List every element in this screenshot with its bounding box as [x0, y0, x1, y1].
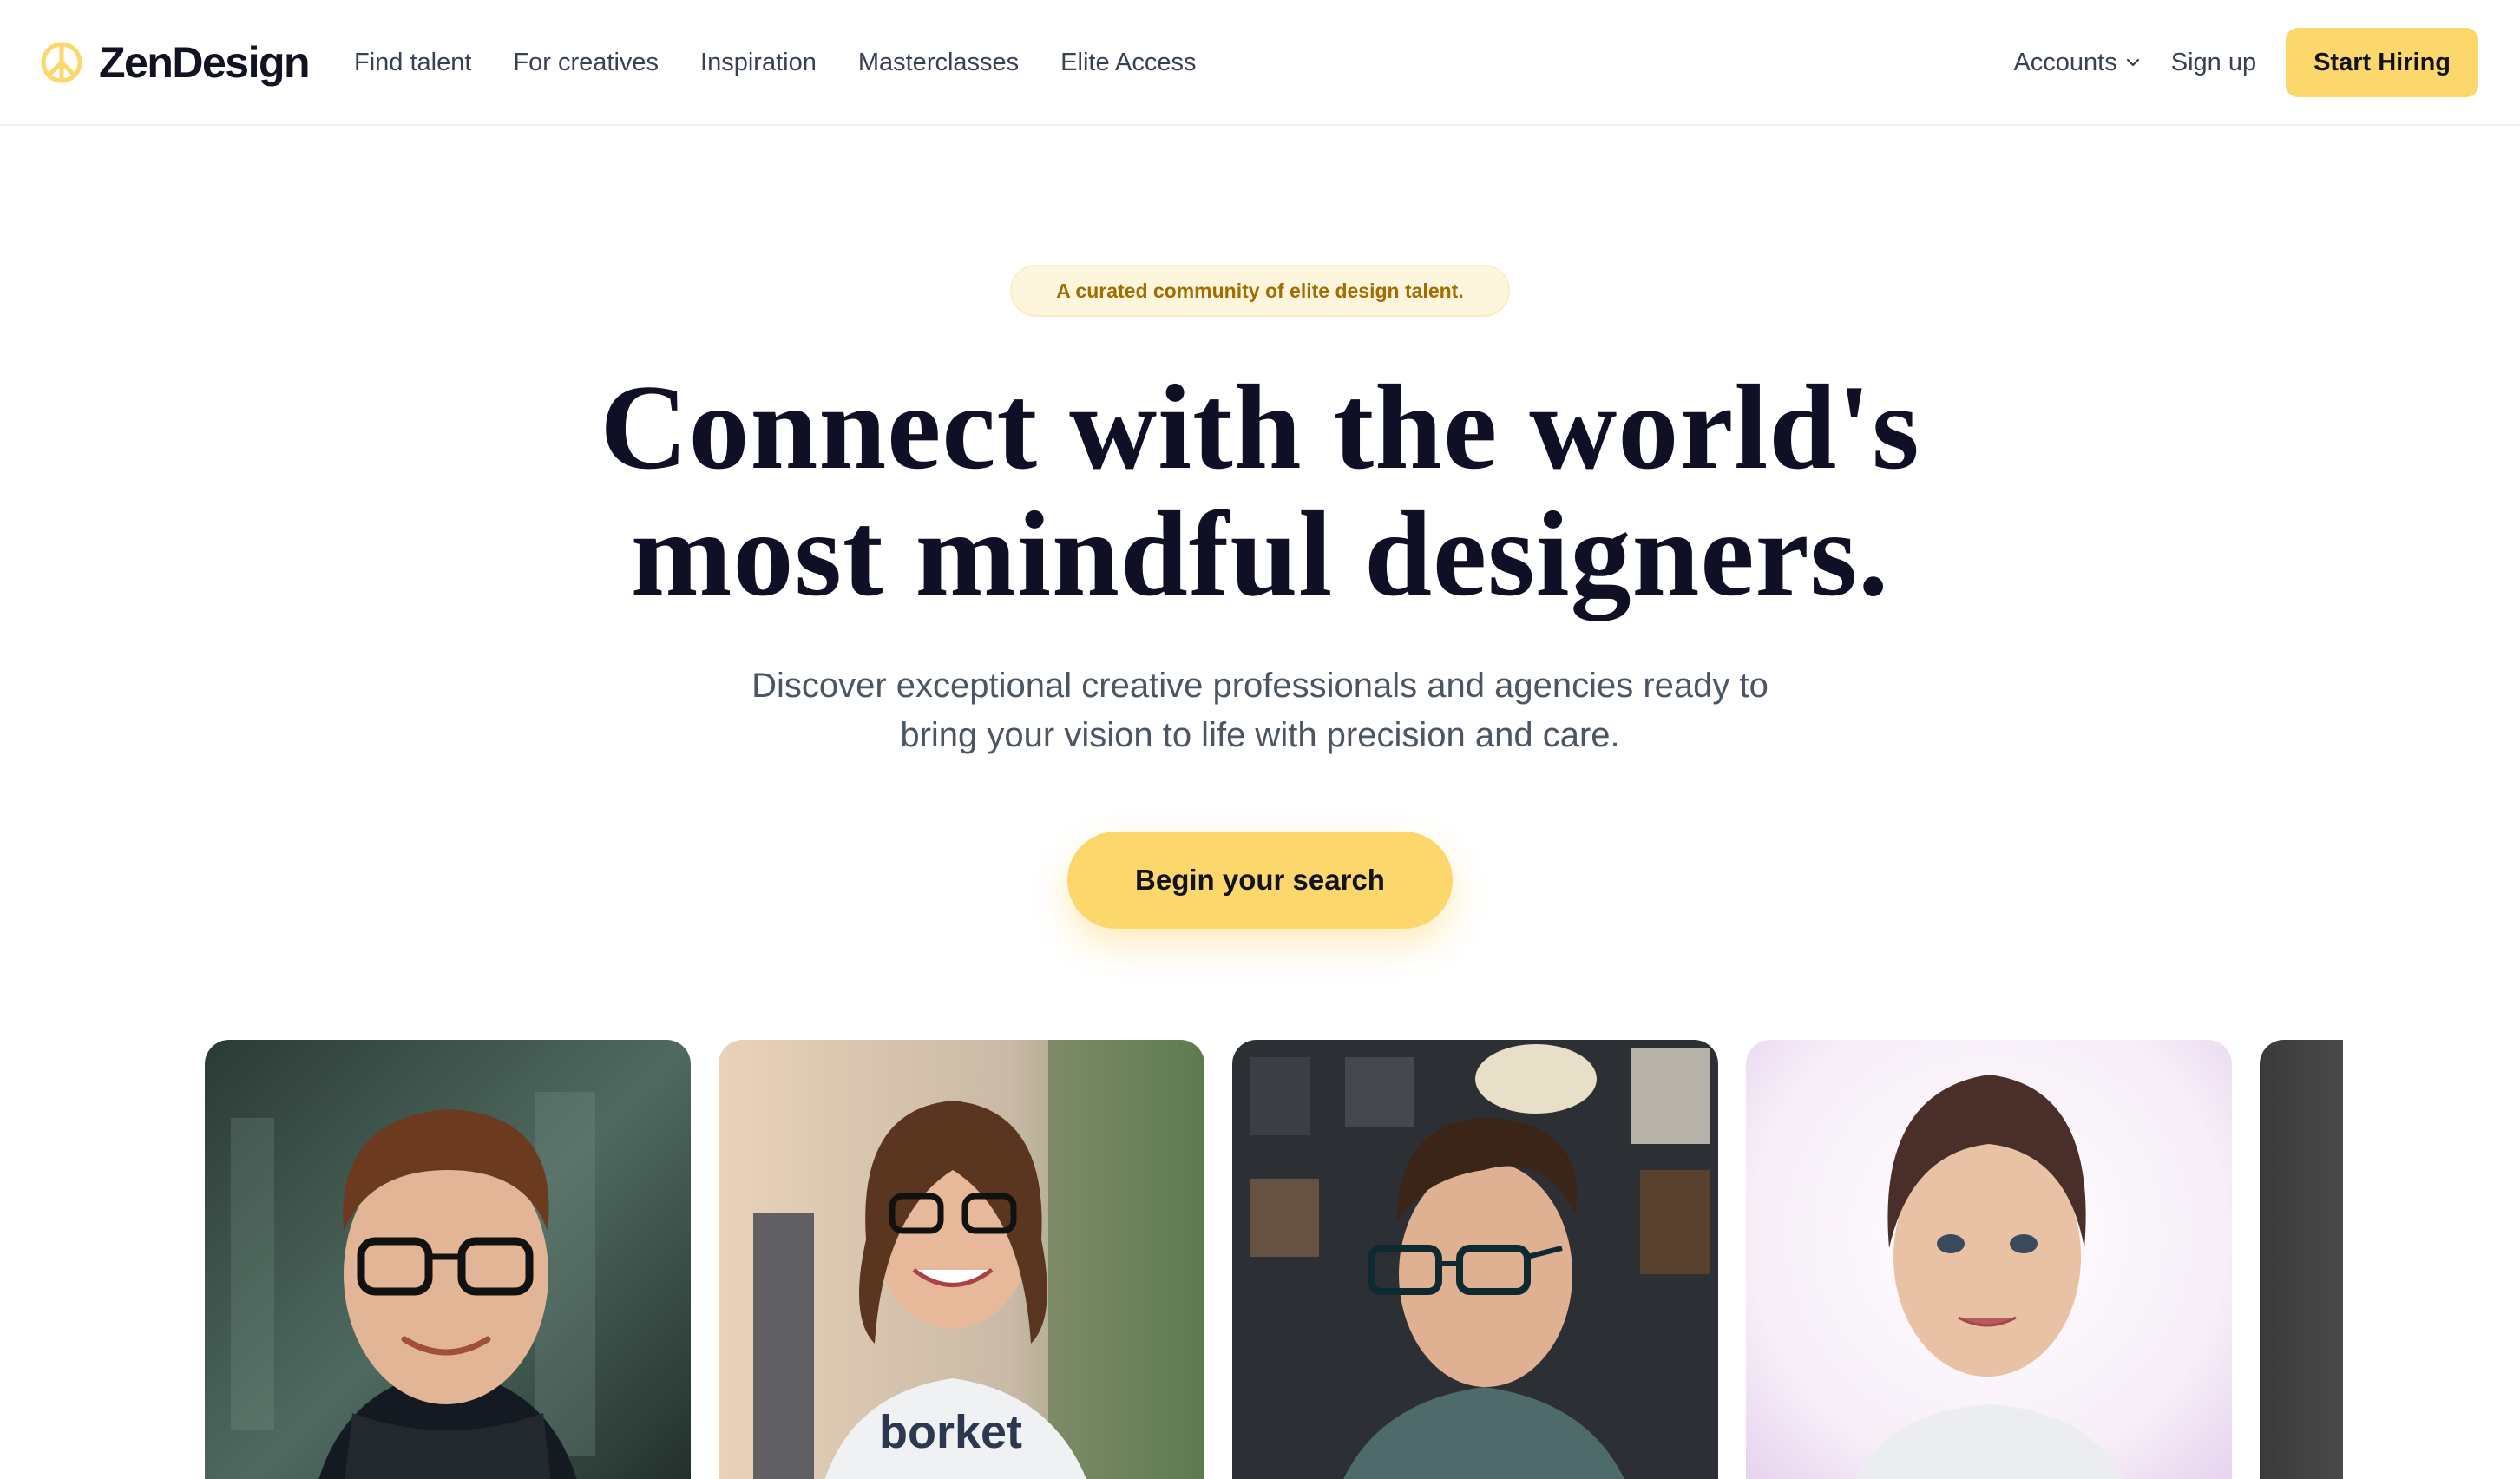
brand-name: ZenDesign	[99, 38, 311, 87]
designer-photo-2: borket	[719, 1040, 1204, 1479]
designer-card-3[interactable]	[1232, 1040, 1718, 1479]
headline-line-2: most mindful designers.	[630, 487, 1890, 621]
accounts-label: Accounts	[2013, 48, 2117, 76]
svg-text:borket: borket	[879, 1406, 1022, 1458]
designer-card-1[interactable]	[205, 1040, 691, 1479]
nav-link-masterclasses[interactable]: Masterclasses	[858, 49, 1019, 77]
designer-gallery: borket	[0, 1040, 2520, 1479]
hero-subtitle: Discover exceptional creative profession…	[653, 661, 1867, 760]
designer-card-2[interactable]: borket	[719, 1040, 1204, 1479]
primary-nav: Find talent For creatives Inspiration Ma…	[354, 43, 1238, 82]
nav-link-for-creatives[interactable]: For creatives	[513, 49, 659, 77]
peace-sign-icon	[41, 42, 82, 83]
subtitle-line-1: Discover exceptional creative profession…	[751, 667, 1769, 705]
nav-link-find-talent[interactable]: Find talent	[354, 49, 471, 77]
begin-search-button[interactable]: Begin your search	[1067, 832, 1453, 929]
designer-photo-1	[205, 1040, 691, 1479]
brand-logo[interactable]: ZenDesign	[40, 38, 311, 87]
designer-photo-4	[1746, 1040, 2232, 1479]
hero-headline: Connect with the world's most mindful de…	[349, 365, 2171, 618]
designer-card-5[interactable]	[2260, 1040, 2343, 1479]
headline-line-1: Connect with the world's	[600, 360, 1920, 495]
nav-link-elite-access[interactable]: Elite Access	[1060, 49, 1196, 77]
community-badge: A curated community of elite design tale…	[1010, 265, 1510, 317]
nav-link-inspiration[interactable]: Inspiration	[700, 49, 817, 77]
top-navigation: ZenDesign Find talent For creatives Insp…	[0, 0, 2520, 126]
accounts-dropdown[interactable]: Accounts	[2013, 49, 2141, 77]
nav-actions: Accounts Sign up Start Hiring	[2013, 28, 2478, 97]
sign-up-link[interactable]: Sign up	[2171, 49, 2256, 77]
designer-photo-3	[1232, 1040, 1718, 1479]
designer-card-4[interactable]	[1746, 1040, 2232, 1479]
chevron-down-icon	[2126, 58, 2139, 67]
start-hiring-button[interactable]: Start Hiring	[2286, 28, 2478, 97]
subtitle-line-2: bring your vision to life with precision…	[900, 716, 1620, 754]
